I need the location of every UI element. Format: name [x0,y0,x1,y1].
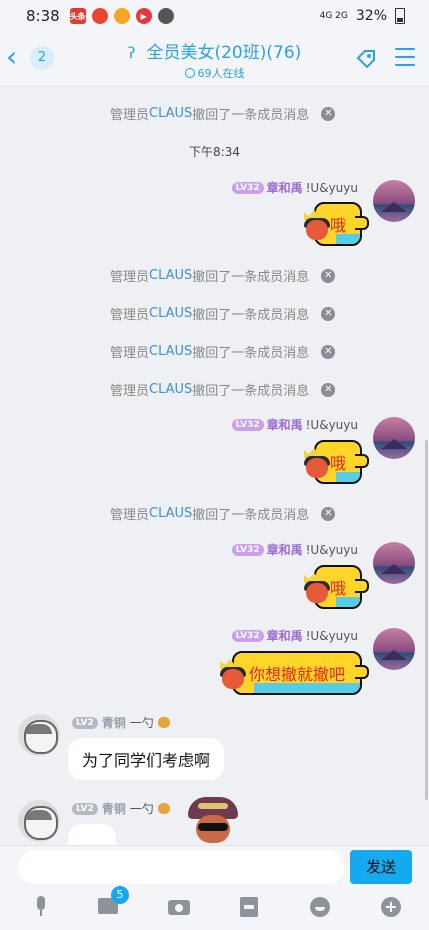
level-badge: LV32 [231,629,264,642]
recall-notice: 管理员 CLAUS 撤回了一条成员消息 ✕ [110,342,336,361]
sender-name-row: LV2 青铜 一勺 [72,714,170,731]
admin-name[interactable]: CLAUS [149,306,192,321]
sender-nickname: 一勺 [129,716,154,730]
battery-level: 32% [355,8,387,24]
my-avatar[interactable] [373,417,415,459]
recall-notice: 管理员 CLAUS 撤回了一条成员消息 ✕ [110,104,336,123]
network-indicator: 4G 2G [319,11,348,21]
my-avatar[interactable] [373,180,415,222]
input-bar: 发送 5 + [0,845,429,930]
my-message-bubble[interactable]: 你想撤就撤吧 [232,651,369,695]
input-toolbar: 5 + [0,886,429,922]
member-avatar[interactable] [18,714,60,756]
sender-title: 章和禹 [266,629,303,643]
sticker-image[interactable] [186,797,244,845]
camera-icon[interactable] [168,896,190,918]
my-avatar[interactable] [373,542,415,584]
recall-notice: 管理员 CLAUS 撤回了一条成员消息 ✕ [110,266,336,285]
bubble-decoration-icon [302,210,334,242]
sender-title: 章和禹 [266,418,303,432]
sender-name-row: LV32 章和禹 !U&yuyu [231,416,358,433]
plus-icon[interactable]: + [380,896,402,918]
dismiss-icon[interactable]: ✕ [321,382,336,397]
sender-name-row: LV32 章和禹 !U&yuyu [231,541,358,558]
sender-nickname: 一勺 [129,802,154,816]
bubble-decoration-icon [302,573,334,605]
sender-nickname: !U&yuyu [305,628,358,643]
sender-title: 章和禹 [266,181,303,195]
member-message-bubble[interactable]: 为了同学们考虑啊 [68,738,225,780]
sender-title: 青铜 [101,716,126,730]
dismiss-icon[interactable]: ✕ [321,344,336,359]
sender-nickname: !U&yuyu [305,180,358,195]
scrollbar[interactable] [425,440,428,800]
sender-name-row: LV32 章和禹 !U&yuyu [231,627,358,644]
honey-jar-icon [157,717,170,728]
dismiss-icon[interactable]: ✕ [321,506,336,521]
group-title: 全员美女(20班)(76) [146,43,302,63]
ear-icon: ʔ [127,44,136,62]
image-count-badge: 5 [111,886,129,904]
message-text: 你想撤就撤吧 [248,665,345,684]
sender-name-row: LV2 青铜 一勺 [72,800,170,817]
group-link-icon[interactable] [355,46,379,70]
chat-header: ‹ 2 ʔ 全员美女(20班)(76) 69人在线 [0,32,429,87]
dismiss-icon[interactable]: ✕ [321,106,336,121]
red-packet-icon[interactable] [238,896,260,918]
level-badge: LV32 [231,418,264,431]
my-avatar[interactable] [373,628,415,670]
video-icon: ▶ [135,8,152,24]
admin-name[interactable]: CLAUS [149,382,192,397]
message-timestamp: 下午8:34 [189,145,240,159]
camera-app-icon [157,8,174,24]
dismiss-icon[interactable]: ✕ [321,268,336,283]
level-badge: LV32 [231,181,264,194]
recall-notice: 管理员 CLAUS 撤回了一条成员消息 ✕ [110,504,336,523]
admin-name[interactable]: CLAUS [149,106,192,121]
honey-jar-icon [157,803,170,814]
admin-name[interactable]: CLAUS [149,268,192,283]
battery-icon [395,8,405,24]
status-bar: 8:38 头条 ▶ 4G 2G 32% [0,0,429,32]
level-badge: LV32 [231,543,264,556]
member-message-bubble[interactable] [68,824,116,846]
send-button[interactable]: 发送 [350,850,412,884]
weibo-icon [113,8,130,24]
map-pin-icon [91,8,108,24]
online-icon [184,68,195,78]
message-input[interactable] [18,850,344,884]
online-count: 69人在线 [197,67,245,80]
member-avatar[interactable] [18,800,60,842]
sender-title: 青铜 [101,802,126,816]
emoji-icon[interactable] [309,896,331,918]
status-app-icons: 头条 ▶ [69,8,174,24]
menu-icon[interactable] [395,48,415,72]
bubble-decoration-icon [218,659,250,691]
status-time: 8:38 [26,7,60,25]
dismiss-icon[interactable]: ✕ [321,306,336,321]
admin-name[interactable]: CLAUS [149,506,192,521]
bubble-decoration-icon [302,448,334,480]
recall-notice: 管理员 CLAUS 撤回了一条成员消息 ✕ [110,380,336,399]
level-badge: LV2 [72,802,98,815]
sender-nickname: !U&yuyu [305,417,358,432]
sender-name-row: LV32 章和禹 !U&yuyu [231,179,358,196]
status-right: 4G 2G 32% [320,0,405,32]
toutiao-icon: 头条 [69,8,86,24]
sender-nickname: !U&yuyu [305,542,358,557]
message-text: 为了同学们考虑啊 [82,751,211,770]
admin-name[interactable]: CLAUS [149,344,192,359]
microphone-icon[interactable] [30,896,52,918]
level-badge: LV2 [72,716,98,729]
sender-title: 章和禹 [266,543,303,557]
recall-notice: 管理员 CLAUS 撤回了一条成员消息 ✕ [110,304,336,323]
